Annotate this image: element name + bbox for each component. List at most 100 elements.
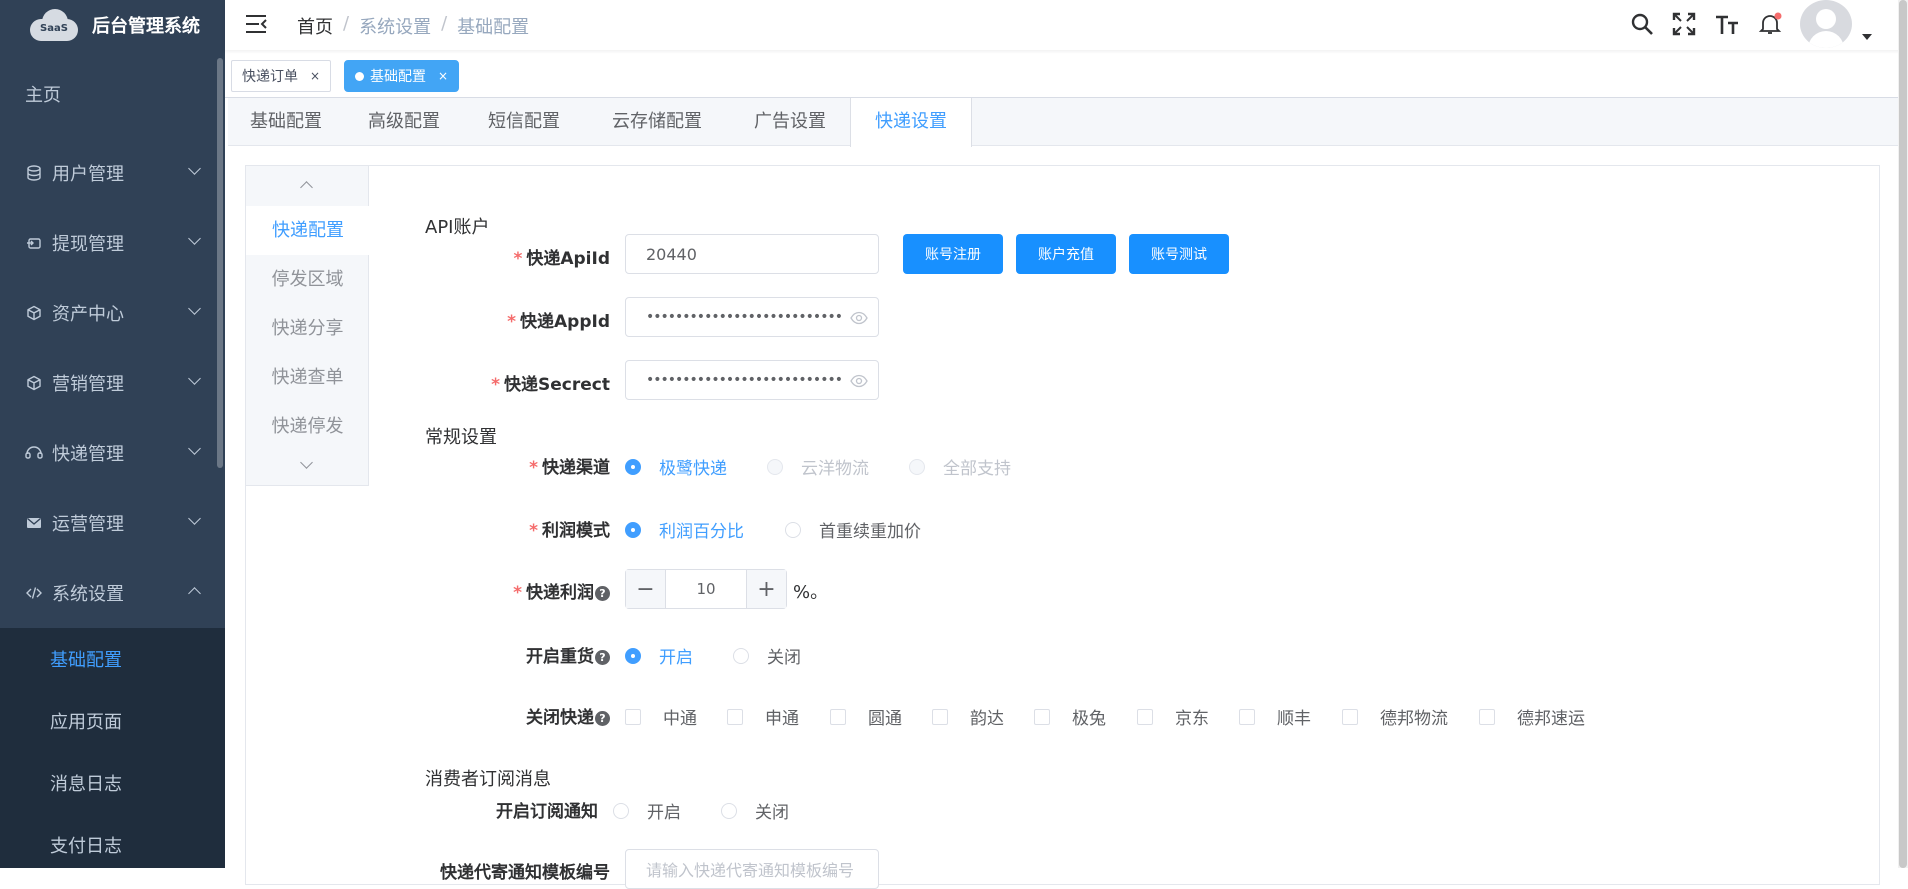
search-icon[interactable] xyxy=(1630,12,1654,36)
close-express-yunda[interactable]: 韵达 xyxy=(932,704,1004,729)
channel-option-yunyang[interactable]: 云洋物流 xyxy=(767,454,869,479)
sidebar-item-label: 提现管理 xyxy=(52,234,124,255)
increment-button[interactable]: + xyxy=(746,570,786,608)
close-express-yto[interactable]: 圆通 xyxy=(830,704,902,729)
sidebar-item-label: 营销管理 xyxy=(52,374,124,395)
template-input[interactable]: 请输入快递代寄通知模板编号 xyxy=(625,849,879,889)
breadcrumb-home[interactable]: 首页 xyxy=(297,13,333,39)
vertical-tabs: 快递配置 停发区域 快递分享 快递查单 快递停发 xyxy=(246,166,370,486)
question-icon[interactable]: ? xyxy=(595,650,610,665)
bell-icon[interactable] xyxy=(1758,12,1782,36)
app-title: 后台管理系统 xyxy=(92,16,200,37)
chevron-down-icon[interactable] xyxy=(300,456,313,469)
profit-stepper[interactable]: − 10 + xyxy=(625,569,787,609)
sidebar-item-express[interactable]: 快递管理 xyxy=(0,418,225,488)
close-express-jd[interactable]: 京东 xyxy=(1137,704,1209,729)
sidebar-item-operations[interactable]: 运营管理 xyxy=(0,488,225,558)
profit-mode-label: * 利润模式 xyxy=(529,521,610,541)
tab-express-settings[interactable]: 快递设置 xyxy=(850,98,972,147)
sidebar-item-user-management[interactable]: 用户管理 xyxy=(0,138,225,208)
sidebar-item-label: 用户管理 xyxy=(52,164,124,185)
sidebar-item-withdraw[interactable]: 提现管理 xyxy=(0,208,225,278)
chevron-up-icon[interactable] xyxy=(300,181,313,194)
chevron-down-icon xyxy=(188,512,201,525)
account-recharge-button[interactable]: 账户充值 xyxy=(1016,234,1116,274)
chevron-down-icon xyxy=(188,302,201,315)
subscribe-on[interactable]: 开启 xyxy=(613,798,681,823)
close-icon[interactable]: × xyxy=(310,69,320,83)
vtab-express-stop[interactable]: 快递停发 xyxy=(246,402,369,451)
question-icon[interactable]: ? xyxy=(595,586,610,601)
tab-advanced-config[interactable]: 高级配置 xyxy=(344,98,464,146)
tag-express-orders[interactable]: 快递订单 × xyxy=(231,60,332,92)
appid-input[interactable]: •••••••••••••••••••••••••••••••••••••• xyxy=(625,297,879,337)
profit-mode-weight[interactable]: 首重续重加价 xyxy=(785,517,921,542)
sidebar-item-marketing[interactable]: 营销管理 xyxy=(0,348,225,418)
eye-icon[interactable] xyxy=(850,310,868,325)
breadcrumb-system-settings[interactable]: 系统设置 xyxy=(359,13,431,39)
close-express-sto[interactable]: 申通 xyxy=(727,704,799,729)
subscribe-off[interactable]: 关闭 xyxy=(721,798,789,823)
sidebar-subitem-message-log[interactable]: 消息日志 xyxy=(0,752,225,814)
heavy-cargo-off[interactable]: 关闭 xyxy=(733,643,801,668)
apiid-label: * 快递ApiId xyxy=(513,249,610,269)
close-express-deppon-express[interactable]: 德邦速运 xyxy=(1479,704,1585,729)
avatar[interactable] xyxy=(1800,0,1852,48)
profit-unit: %。 xyxy=(793,582,829,603)
account-test-button[interactable]: 账号测试 xyxy=(1129,234,1229,274)
section-consumer-subscribe: 消费者订阅消息 xyxy=(425,769,551,790)
tab-sms-config[interactable]: 短信配置 xyxy=(464,98,584,146)
vtab-express-share[interactable]: 快递分享 xyxy=(246,304,369,353)
vtab-express-query[interactable]: 快递查单 xyxy=(246,353,369,402)
chevron-down-icon xyxy=(188,372,201,385)
sidebar-item-label: 系统设置 xyxy=(52,584,124,605)
profit-mode-percent[interactable]: 利润百分比 xyxy=(625,517,744,542)
subscribe-label: 开启订阅通知 xyxy=(496,802,598,822)
close-express-jitu[interactable]: 极兔 xyxy=(1034,704,1106,729)
sidebar-item-label: 主页 xyxy=(25,85,61,106)
sidebar-item-assets[interactable]: 资产中心 xyxy=(0,278,225,348)
channel-label: * 快递渠道 xyxy=(529,458,610,478)
close-express-zto[interactable]: 中通 xyxy=(625,704,697,729)
decrement-button[interactable]: − xyxy=(626,570,666,608)
tab-basic-config[interactable]: 基础配置 xyxy=(228,98,344,146)
sidebar-item-system-settings[interactable]: 系统设置 xyxy=(0,558,225,628)
logo[interactable]: SaaS 后台管理系统 xyxy=(0,0,225,50)
apiid-input[interactable]: 20440 xyxy=(625,234,879,274)
chevron-down-icon xyxy=(188,442,201,455)
caret-down-icon[interactable] xyxy=(1862,34,1872,40)
sidebar-subitem-payment-log[interactable]: 支付日志 xyxy=(0,814,225,868)
menu-fold-icon[interactable] xyxy=(245,14,267,34)
sidebar-subitem-app-pages[interactable]: 应用页面 xyxy=(0,690,225,752)
profit-value[interactable]: 10 xyxy=(666,570,746,608)
logo-text: SaaS xyxy=(40,23,68,34)
tags-view: 快递订单 × 基础配置 × xyxy=(225,54,1898,98)
tag-basic-config[interactable]: 基础配置 × xyxy=(344,60,460,92)
question-icon[interactable]: ? xyxy=(595,711,610,726)
secret-input[interactable]: •••••••••••••••••••••••••••••••••••••• xyxy=(625,360,879,400)
close-icon[interactable]: × xyxy=(438,69,448,83)
close-express-sf[interactable]: 顺丰 xyxy=(1239,704,1311,729)
tab-cloud-storage[interactable]: 云存储配置 xyxy=(584,98,730,146)
sidebar-subitem-basic-config[interactable]: 基础配置 xyxy=(0,628,225,690)
tab-ad-settings[interactable]: 广告设置 xyxy=(730,98,850,146)
account-register-button[interactable]: 账号注册 xyxy=(903,234,1003,274)
code-icon xyxy=(24,583,44,603)
font-size-icon[interactable] xyxy=(1715,12,1739,36)
chevron-down-icon xyxy=(188,232,201,245)
eye-icon[interactable] xyxy=(850,373,868,388)
fullscreen-icon[interactable] xyxy=(1672,12,1696,36)
sidebar-item-home[interactable]: 主页 xyxy=(0,50,225,138)
channel-option-all[interactable]: 全部支持 xyxy=(909,454,1011,479)
profit-label: * 快递利润? xyxy=(466,578,610,603)
channel-option-jilu[interactable]: 极鹭快递 xyxy=(625,454,727,479)
page-scrollbar[interactable] xyxy=(1898,0,1908,868)
heavy-cargo-on[interactable]: 开启 xyxy=(625,643,693,668)
vtab-express-config[interactable]: 快递配置 xyxy=(246,206,370,255)
close-express-deppon-logistics[interactable]: 德邦物流 xyxy=(1342,704,1448,729)
delivery-icon xyxy=(24,443,44,463)
vtab-stop-region[interactable]: 停发区域 xyxy=(246,255,369,304)
breadcrumb-basic-config: 基础配置 xyxy=(457,17,530,38)
sidebar-submenu-system: 基础配置 应用页面 消息日志 支付日志 xyxy=(0,628,225,868)
sidebar-scrollbar[interactable] xyxy=(217,58,223,468)
